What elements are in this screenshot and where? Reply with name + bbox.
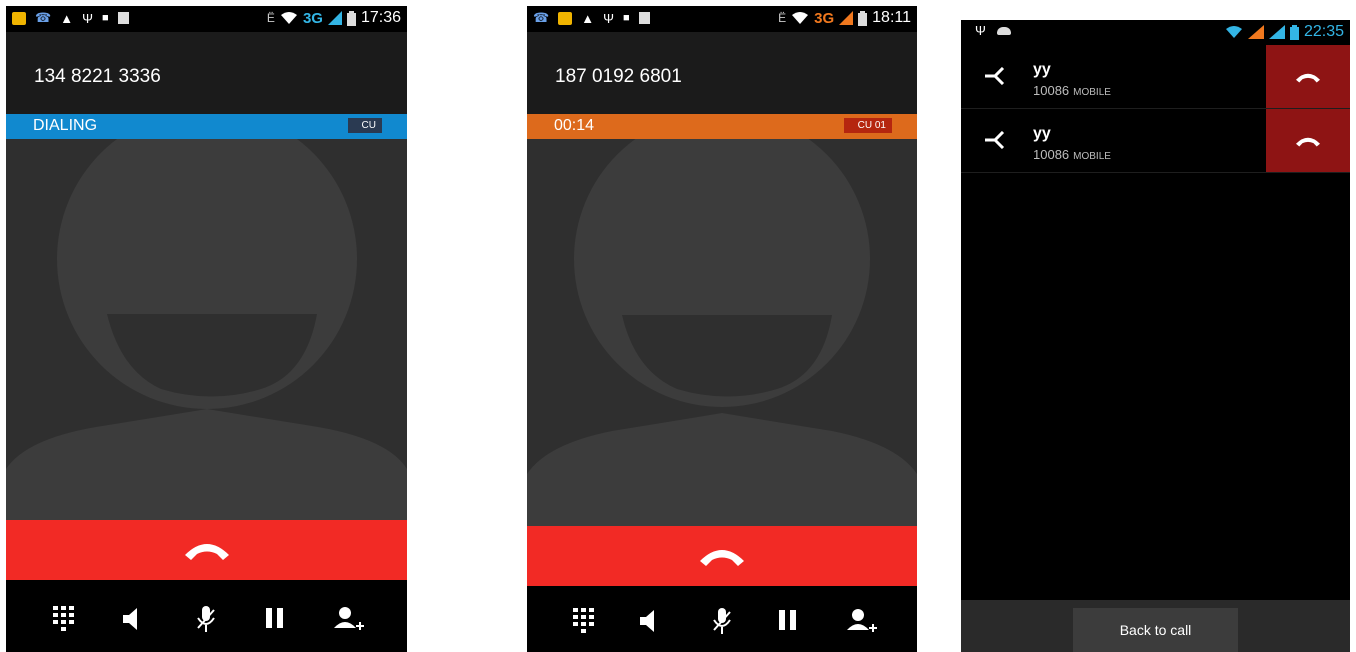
end-call-icon	[184, 544, 229, 560]
participant-number: 10086 MOBILE	[1033, 83, 1111, 98]
missed-call-icon: ☎	[533, 10, 550, 25]
phone-screen-conference: Ψ 22:35 yy 10086 MOBILE yy 10086 MOBILE Ba…	[961, 20, 1350, 652]
dialpad-icon	[53, 606, 74, 631]
end-call-icon	[1296, 137, 1320, 146]
add-call-button[interactable]	[334, 606, 364, 634]
participant-name: yy	[1033, 61, 1051, 78]
contact-photo-placeholder	[527, 139, 917, 526]
wifi-icon	[792, 12, 809, 24]
phone-number: 187 0192 6801	[555, 66, 682, 87]
end-call-button[interactable]	[527, 526, 917, 586]
usb-icon: Ψ	[603, 10, 614, 26]
speaker-icon	[123, 608, 137, 630]
speaker-button[interactable]	[123, 606, 153, 634]
warning-icon: ▲	[581, 10, 595, 26]
add-call-icon	[334, 607, 364, 630]
usb-icon: Ψ	[82, 10, 93, 26]
status-bar: ☎ ▲ Ψ ■ Ё 3G 18:11	[527, 6, 917, 32]
mute-button[interactable]	[712, 608, 742, 636]
add-call-icon	[847, 609, 877, 632]
network-type: 3G	[302, 9, 323, 27]
status-clock: 18:11	[872, 9, 911, 26]
signal-icon	[839, 11, 854, 25]
participant-name: yy	[1033, 125, 1051, 142]
battery-icon	[1289, 24, 1299, 40]
participant-number: 10086 MOBILE	[1033, 147, 1111, 162]
wifi-icon	[280, 12, 297, 24]
status-clock: 22:35	[1303, 23, 1344, 40]
screenshot-icon	[638, 12, 650, 24]
dialpad-button[interactable]	[53, 606, 83, 634]
sms-icon	[558, 11, 573, 25]
call-timer: 00:14	[554, 117, 595, 134]
lock-icon: ■	[101, 12, 109, 24]
dialpad-icon	[573, 608, 594, 633]
conference-participant: yy 10086 MOBILE	[961, 109, 1350, 173]
android-debug-icon	[997, 27, 1011, 35]
status-bar: ☎ ▲ Ψ ■ Ё 3G 17:36	[6, 6, 407, 32]
usb-icon: Ψ	[975, 23, 986, 38]
battery-icon	[858, 10, 868, 26]
bottom-bar: Back to call	[961, 600, 1350, 652]
hold-icon	[266, 608, 283, 628]
end-call-icon	[1296, 73, 1320, 82]
split-call-icon[interactable]	[983, 67, 1007, 85]
phone-number: 134 8221 3336	[34, 66, 161, 87]
hang-up-participant-button[interactable]	[1266, 45, 1350, 108]
call-controls	[6, 584, 407, 652]
battery-icon	[346, 10, 356, 26]
phone-screen-dialing: ☎ ▲ Ψ ■ Ё 3G 17:36 134 8221 3336 DIALING…	[6, 6, 407, 652]
sms-icon	[12, 11, 26, 25]
hold-button[interactable]	[266, 606, 296, 634]
mute-button[interactable]	[196, 606, 226, 634]
sim-tag: CU 01	[843, 118, 892, 133]
call-header: 134 8221 3336	[6, 32, 407, 114]
conference-participant: yy 10086 MOBILE	[961, 45, 1350, 109]
speaker-icon	[640, 610, 654, 632]
add-call-button[interactable]	[847, 608, 877, 636]
status-bar: Ψ 22:35	[961, 20, 1350, 44]
status-clock: 17:36	[360, 9, 401, 26]
mute-icon	[197, 606, 215, 632]
wifi-icon	[1225, 26, 1242, 38]
warning-icon: ▲	[60, 10, 74, 26]
speaker-button[interactable]	[640, 608, 670, 636]
call-header: 187 0192 6801	[527, 32, 917, 114]
signal-icon	[1268, 25, 1285, 39]
end-call-button[interactable]	[6, 520, 407, 580]
signal-icon	[1247, 25, 1264, 39]
person-silhouette-icon	[6, 139, 407, 520]
end-call-icon	[700, 550, 744, 566]
phone-screen-in-call: ☎ ▲ Ψ ■ Ё 3G 18:11 187 0192 6801 00:14 C…	[527, 6, 917, 652]
signal-icon	[327, 11, 342, 25]
call-state: DIALING	[33, 117, 98, 134]
back-to-call-button[interactable]: Back to call	[1073, 608, 1238, 652]
bluetooth-icon: Ё	[266, 11, 275, 25]
call-controls	[527, 586, 917, 652]
hold-icon	[779, 610, 796, 630]
missed-call-icon: ☎	[35, 10, 52, 25]
lock-icon: ■	[622, 12, 630, 24]
sim-tag: CU	[347, 118, 382, 133]
call-state-banner: DIALING CU	[6, 114, 407, 139]
bluetooth-icon: Ё	[778, 11, 787, 25]
hold-button[interactable]	[779, 608, 809, 636]
contact-photo-placeholder	[6, 139, 407, 520]
mute-icon	[713, 608, 731, 634]
screenshot-icon	[117, 12, 129, 24]
dialpad-button[interactable]	[573, 608, 603, 636]
call-state-banner: 00:14 CU 01	[527, 114, 917, 139]
network-type: 3G	[814, 9, 835, 27]
person-silhouette-icon	[527, 139, 917, 526]
split-call-icon[interactable]	[983, 131, 1007, 149]
hang-up-participant-button[interactable]	[1266, 109, 1350, 172]
